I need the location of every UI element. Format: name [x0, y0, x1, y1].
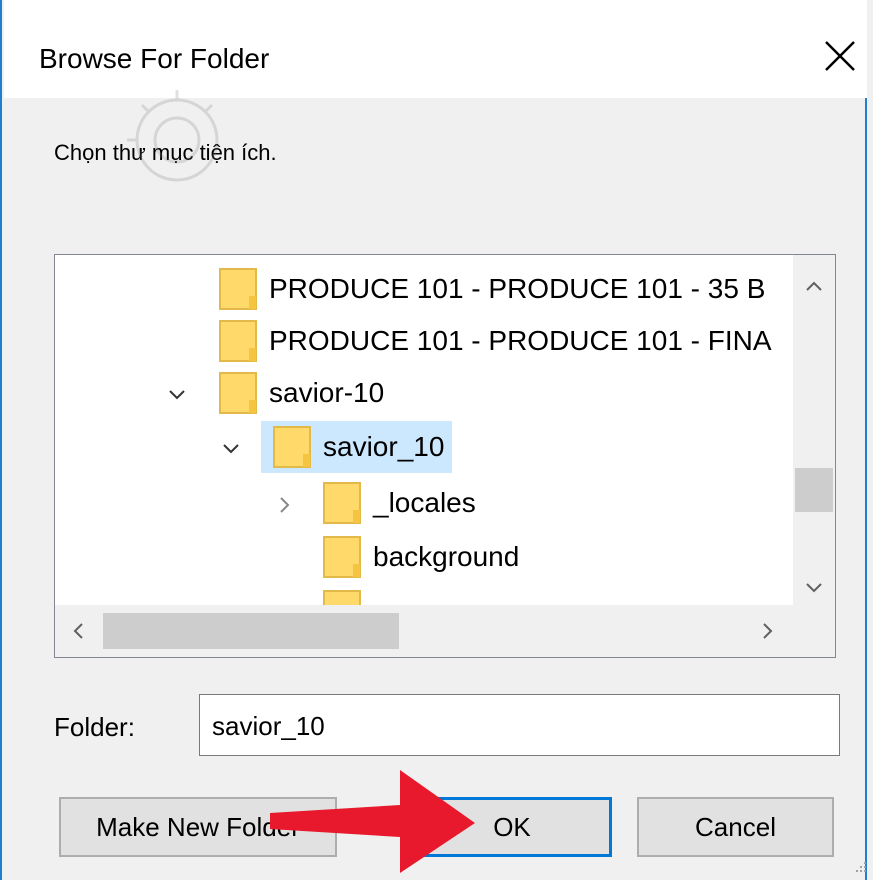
tree-item-label: savior-10: [269, 377, 385, 408]
tree-item[interactable]: background: [323, 531, 519, 583]
chevron-right-icon[interactable]: [275, 495, 295, 515]
dialog-title: Browse For Folder: [39, 43, 270, 74]
tree-item-label: background: [373, 541, 520, 572]
scroll-down-icon[interactable]: [802, 575, 826, 599]
chevron-down-icon[interactable]: [167, 385, 187, 405]
folder-input[interactable]: savior_10: [199, 694, 840, 756]
close-icon[interactable]: [820, 36, 860, 76]
tree-item[interactable]: _locales: [323, 477, 476, 529]
red-arrow-annotation: [270, 770, 475, 873]
browse-folder-dialog: Browse For Folder Chọn thư mục tiện ích.…: [0, 0, 867, 880]
folder-tree[interactable]: PRODUCE 101 - PRODUCE 101 - 35 B PRODUCE…: [54, 254, 836, 658]
tree-item-label: PRODUCE 101 - PRODUCE 101 - 35 B: [269, 273, 766, 304]
horizontal-scrollbar[interactable]: [55, 605, 835, 657]
cancel-button[interactable]: Cancel: [637, 797, 834, 857]
resize-grip-icon[interactable]: [850, 860, 868, 878]
scroll-left-icon[interactable]: [67, 619, 91, 643]
scroll-up-icon[interactable]: [802, 275, 826, 299]
folder-icon: [219, 320, 257, 362]
tree-item-label: savior_10: [323, 431, 445, 462]
folder-icon: [273, 426, 311, 468]
scroll-right-icon[interactable]: [755, 619, 779, 643]
title-bar: Browse For Folder: [4, 0, 867, 98]
tree-item-label: _locales: [373, 487, 476, 518]
tree-item[interactable]: savior-10: [219, 367, 384, 419]
tree-item[interactable]: PRODUCE 101 - PRODUCE 101 - 35 B: [219, 263, 765, 315]
folder-icon: [219, 372, 257, 414]
tree-item[interactable]: PRODUCE 101 - PRODUCE 101 - FINA: [219, 315, 772, 367]
chevron-down-icon[interactable]: [221, 439, 241, 459]
instruction-text: Chọn thư mục tiện ích.: [54, 140, 277, 165]
folder-field-label: Folder:: [54, 712, 135, 742]
vertical-scrollbar[interactable]: [793, 255, 835, 605]
horizontal-scroll-thumb[interactable]: [103, 613, 399, 649]
folder-icon: [323, 482, 361, 524]
tree-item-label: PRODUCE 101 - PRODUCE 101 - FINA: [269, 325, 772, 356]
folder-icon: [219, 268, 257, 310]
folder-icon: [323, 536, 361, 578]
tree-item-selected[interactable]: savior_10: [261, 421, 453, 473]
vertical-scroll-thumb[interactable]: [795, 468, 833, 512]
